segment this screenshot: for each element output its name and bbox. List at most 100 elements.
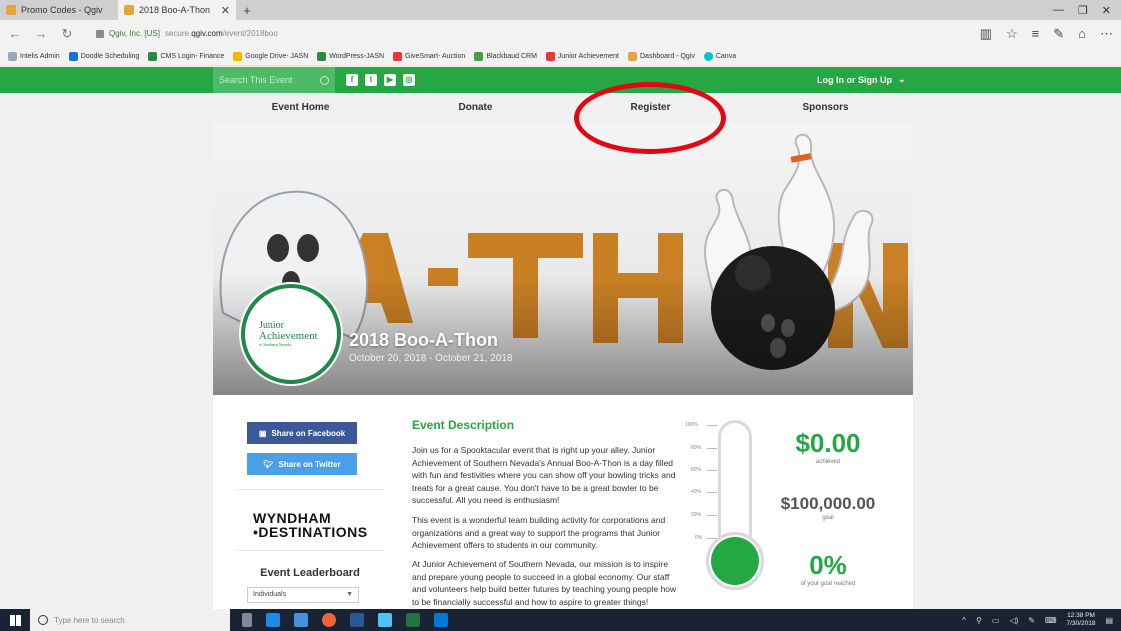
leaderboard-selected-value: Individuals [253,591,287,598]
taskbar-search-input[interactable]: Type here to search [30,609,230,631]
start-button[interactable] [0,609,30,631]
favorite-label: WordPress-JASN [329,52,385,60]
leaderboard-select[interactable]: Individuals ▼ [247,587,359,603]
outlook-icon[interactable] [434,613,448,627]
app-icon[interactable] [378,613,392,627]
favorite-label: Google Drive- JASN [245,52,309,60]
favorite-item[interactable]: Doodle Scheduling [68,51,139,61]
lock-icon [96,29,104,38]
search-placeholder: Search This Event [219,75,293,85]
file-explorer-icon[interactable] [294,613,308,627]
annotation-highlight-circle [574,82,726,154]
divider [237,489,383,490]
nav-event-home[interactable]: Event Home [213,93,388,123]
hub-icon[interactable]: ≡ [1032,26,1040,42]
address-bar[interactable]: Qgiv, Inc. [US] secure.qgiv.com/event/20… [96,29,278,38]
nav-sponsors[interactable]: Sponsors [738,93,913,123]
share-twitter-button[interactable]: 🐦︎ Share on Twitter [247,453,357,475]
windows-taskbar: Type here to search ^ ⚲ ▭ ◁) ✎ ⌨ 12:38 P… [0,609,1121,631]
login-signup-link[interactable]: Log In or Sign Up ⌄ [817,74,906,85]
favorite-star-icon[interactable]: ☆ [1006,26,1018,42]
favorite-item[interactable]: Blackbaud CRM [474,51,537,61]
word-icon[interactable] [350,613,364,627]
divider [237,550,383,551]
share-facebook-label: Share on Facebook [271,428,346,438]
browser-toolbar: ▥ ☆ ≡ ✎ ⌂ ⋯ [980,26,1113,42]
more-icon[interactable]: ⋯ [1100,26,1113,42]
thermometer-tick-mark [707,538,717,539]
minimize-icon[interactable]: — [1053,4,1064,16]
instagram-icon[interactable]: ◎ [403,74,415,86]
close-tab-icon[interactable]: ✕ [221,4,230,17]
favorite-icon [148,51,158,61]
facebook-icon[interactable]: f [346,74,358,86]
search-icon[interactable] [320,75,329,85]
back-icon[interactable]: ← [8,26,22,41]
web-note-icon[interactable]: ✎ [1053,26,1064,42]
network-icon[interactable]: ⚲ [976,616,982,625]
browser-tab[interactable]: Promo Codes - Qgiv [0,0,118,20]
address-row: ← → ↻ Qgiv, Inc. [US] secure.qgiv.com/ev… [0,20,1121,47]
favorite-item[interactable]: Junior Achievement [545,51,619,61]
sponsor-logo[interactable]: WYNDHAM •DESTINATIONS [253,511,368,539]
favorite-label: CMS Login- Finance [160,52,225,60]
task-view-icon[interactable] [242,613,252,627]
firefox-icon[interactable] [322,613,336,627]
share-icon[interactable]: ⌂ [1078,26,1086,42]
logo-text-line3: of Southern Nevada [259,342,291,347]
youtube-icon[interactable]: ▶ [384,74,396,86]
nav-donate[interactable]: Donate [388,93,563,123]
facebook-icon: ▣ [258,428,267,438]
favorite-item[interactable]: WordPress-JASN [317,51,385,61]
thermometer-tick: 20% [691,512,702,518]
favorite-item[interactable]: Intelis Admin [8,51,60,61]
new-tab-icon[interactable]: + [236,0,258,20]
goal-amount: $100,000.00 [780,494,876,513]
reading-view-icon[interactable]: ▥ [980,26,992,42]
description-paragraph: This event is a wonderful team building … [412,515,666,550]
pen-icon[interactable]: ✎ [1028,616,1035,625]
notifications-icon[interactable]: ▤ [1105,616,1113,625]
description-title: Event Description [412,418,515,432]
event-content-panel: ▣ Share on Facebook 🐦︎ Share on Twitter … [213,395,913,609]
close-window-icon[interactable]: ✕ [1102,4,1111,17]
junior-achievement-logo: Junior Achievement of Southern Nevada [241,284,341,384]
favorite-label: Junior Achievement [557,52,619,60]
twitter-icon[interactable]: t [365,74,377,86]
share-facebook-button[interactable]: ▣ Share on Facebook [247,422,357,444]
goal-percent-label: of your goal reached [800,581,856,587]
keyboard-icon[interactable]: ⌨ [1045,616,1057,625]
display-icon[interactable]: ▭ [992,616,1000,625]
edge-icon[interactable] [266,613,280,627]
window-controls: — ❐ ✕ [1053,0,1121,20]
browser-tab-active[interactable]: 2018 Boo-A-Thon ✕ [118,0,236,20]
favorite-item[interactable]: Canva [703,51,736,61]
excel-icon[interactable] [406,613,420,627]
thermometer-tick: 80% [691,445,702,451]
favorite-icon [393,51,403,61]
taskbar-clock[interactable]: 12:38 PM 7/30/2018 [1067,612,1096,628]
favorite-icon [628,51,637,61]
forward-icon[interactable]: → [34,26,48,41]
favorite-icon [545,51,555,61]
refresh-icon[interactable]: ↻ [60,26,74,42]
event-title: 2018 Boo-A-Thon [349,330,499,350]
restore-icon[interactable]: ❐ [1078,4,1088,17]
event-search-input[interactable]: Search This Event [213,67,335,93]
social-links: f t ▶ ◎ [346,74,415,86]
favorite-item[interactable]: Google Drive- JASN [233,51,309,61]
favorite-icon [703,51,713,61]
goal-amount-label: goal [822,515,834,521]
chevron-down-icon: ▼ [346,591,353,598]
hero-banner: Junior Achievement of Southern Nevada 20… [213,123,913,395]
favorite-item[interactable]: GiveSmart- Auction [393,51,465,61]
login-label: Log In or Sign Up [817,74,892,85]
thermometer-tube [718,420,752,545]
url-path: /event/2018boo [222,29,278,38]
taskbar-search-placeholder: Type here to search [54,615,125,625]
favorite-item[interactable]: Dashboard - Qgiv [628,51,695,61]
chevron-up-icon[interactable]: ^ [962,616,966,625]
favorite-item[interactable]: CMS Login- Finance [148,51,225,61]
volume-icon[interactable]: ◁) [1009,616,1018,625]
tab-title: 2018 Boo-A-Thon [139,5,211,15]
